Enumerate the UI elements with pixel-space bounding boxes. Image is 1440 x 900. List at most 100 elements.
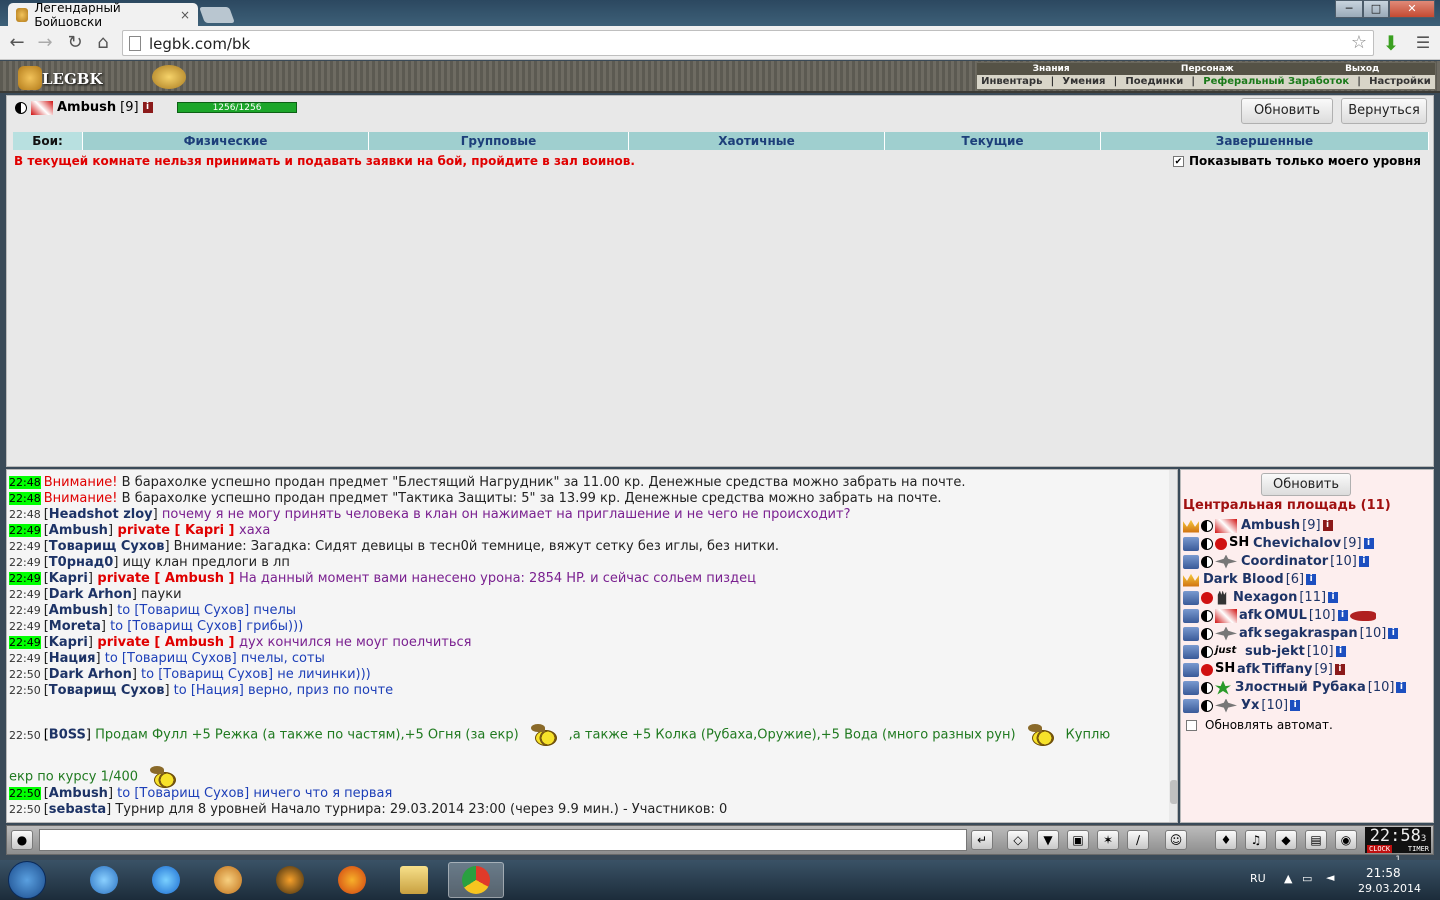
user-info-icon[interactable]: i xyxy=(1335,646,1346,657)
user-name[interactable]: Tiffany xyxy=(1262,662,1312,677)
message-recipient[interactable]: to [Товарищ Сухов] xyxy=(106,619,246,634)
alignment-icon[interactable] xyxy=(1201,537,1213,550)
clan-just-icon[interactable] xyxy=(1215,645,1241,659)
clan-sh-icon[interactable] xyxy=(1229,535,1249,551)
message-time[interactable]: 22:48 xyxy=(9,492,41,505)
medic-icon[interactable] xyxy=(1201,591,1213,604)
nav-skills[interactable]: Умения xyxy=(1062,75,1105,89)
nav-exit[interactable]: Выход xyxy=(1345,63,1379,75)
chat-log[interactable]: 22:48 Внимание! В барахолке успешно прода… xyxy=(6,469,1178,823)
message-recipient[interactable]: to [Товарищ Сухов] xyxy=(113,786,253,801)
user-name[interactable]: Nexagon xyxy=(1233,590,1297,605)
alignment-icon[interactable] xyxy=(1201,681,1213,694)
music-icon[interactable]: ♫ xyxy=(1245,830,1267,850)
player-name[interactable]: Ambush xyxy=(57,100,116,115)
private-msg-icon[interactable] xyxy=(1183,590,1199,605)
chat-input[interactable] xyxy=(39,829,967,851)
user-name[interactable]: Злостный Рубака xyxy=(1235,680,1366,695)
message-author[interactable]: Нация xyxy=(49,651,96,666)
alignment-icon[interactable] xyxy=(1201,519,1213,532)
browser-tab[interactable]: Легендарный Бойцовски × xyxy=(8,1,198,29)
user-info-icon[interactable]: i xyxy=(1328,592,1339,603)
user-info-icon[interactable]: i xyxy=(1396,682,1407,693)
auto-refresh-checkbox[interactable] xyxy=(1186,719,1197,731)
translit-icon[interactable]: ∕ xyxy=(1127,830,1149,850)
private-msg-icon[interactable] xyxy=(1183,536,1199,551)
bag-icon[interactable]: ♦ xyxy=(1215,830,1237,850)
user-row[interactable]: Ambush [9] i xyxy=(1183,518,1333,533)
user-name[interactable]: Ambush xyxy=(1241,518,1300,533)
minimize-button[interactable]: ─ xyxy=(1335,0,1363,18)
message-time[interactable]: 22:48 xyxy=(9,508,41,521)
message-author[interactable]: Ambush xyxy=(49,603,108,618)
message-author[interactable]: Ambush xyxy=(49,786,108,801)
nav-fights[interactable]: Поединки xyxy=(1125,75,1183,89)
private-msg-icon[interactable] xyxy=(1183,608,1199,623)
alignment-icon[interactable] xyxy=(1201,627,1213,640)
message-time[interactable]: 22:49 xyxy=(9,572,41,585)
nav-character[interactable]: Персонаж xyxy=(1181,63,1234,75)
message-time[interactable]: 22:49 xyxy=(9,588,41,601)
tab-group[interactable]: Групповые xyxy=(369,132,629,150)
message-author[interactable]: Kapri xyxy=(49,635,88,650)
clan-hand-icon[interactable] xyxy=(1217,590,1227,605)
chat-scroll-thumb[interactable] xyxy=(1170,780,1177,804)
message-time[interactable]: 22:50 xyxy=(9,803,41,816)
message-recipient[interactable]: to [Товарищ Сухов] xyxy=(113,603,253,618)
message-time[interactable]: 22:49 xyxy=(9,636,41,649)
game-logo[interactable]: LEGBK xyxy=(12,64,103,90)
smiley-icon[interactable]: ☺ xyxy=(1165,830,1187,850)
user-info-icon[interactable]: i xyxy=(1290,700,1301,711)
leaf-icon[interactable] xyxy=(1215,680,1231,695)
user-info-icon[interactable]: i xyxy=(1306,574,1317,585)
chat-scrollbar[interactable] xyxy=(1169,470,1177,822)
network-icon[interactable]: ▭ xyxy=(1302,872,1312,885)
info-icon[interactable]: i xyxy=(142,102,153,113)
message-author[interactable]: Ambush xyxy=(49,523,108,538)
user-info-icon[interactable]: i xyxy=(1363,538,1374,549)
message-author[interactable]: Dark Arhon xyxy=(49,667,132,682)
medic-icon[interactable] xyxy=(1215,537,1227,550)
user-row[interactable]: Nexagon [11] i xyxy=(1183,590,1339,605)
tab-chaotic[interactable]: Хаотичные xyxy=(629,132,885,150)
save-icon[interactable]: ▣ xyxy=(1067,830,1089,850)
chrome-icon[interactable] xyxy=(448,862,504,898)
private-msg-icon[interactable] xyxy=(1183,554,1199,569)
clan-bird-icon[interactable] xyxy=(1215,698,1237,713)
user-name[interactable]: Coordinator xyxy=(1241,554,1328,569)
user-name[interactable]: segakraspan xyxy=(1264,626,1358,641)
crown-icon[interactable] xyxy=(1183,519,1199,533)
lock-icon[interactable]: ▤ xyxy=(1305,830,1327,850)
maximize-button[interactable]: □ xyxy=(1363,0,1389,18)
message-time[interactable]: 22:49 xyxy=(9,540,41,553)
message-author[interactable]: Headshot zloy xyxy=(49,507,153,522)
user-name[interactable]: Ух xyxy=(1241,698,1259,713)
window-close-button[interactable]: ✕ xyxy=(1389,0,1435,18)
message-recipient[interactable]: to [Товарищ Сухов] xyxy=(101,651,241,666)
clan-bird-icon[interactable] xyxy=(1215,626,1237,641)
user-name[interactable]: OMUL xyxy=(1264,608,1307,623)
nav-inventory[interactable]: Инвентарь xyxy=(981,75,1042,89)
auto-refresh[interactable]: Обновлять автомат. xyxy=(1186,718,1333,732)
nav-settings[interactable]: Настройки xyxy=(1369,75,1431,89)
send-icon[interactable]: ↵ xyxy=(971,830,993,850)
address-bar[interactable]: legbk.com/bk ☆ xyxy=(122,30,1374,56)
explorer-icon[interactable] xyxy=(386,862,442,898)
volume-icon[interactable]: ◄ xyxy=(1326,871,1334,884)
user-info-icon[interactable]: i xyxy=(1358,556,1369,567)
medic-icon[interactable] xyxy=(1201,663,1213,676)
language-indicator[interactable]: RU xyxy=(1250,872,1266,885)
user-row[interactable]: afk segakraspan [10] i xyxy=(1183,626,1399,641)
tray-up-icon[interactable]: ▲ xyxy=(1284,872,1292,885)
new-tab-button[interactable] xyxy=(199,7,235,23)
user-info-icon[interactable]: i xyxy=(1334,664,1345,675)
alignment-icon[interactable] xyxy=(1201,609,1213,622)
clan-icon[interactable] xyxy=(1215,518,1237,533)
message-time[interactable]: 22:49 xyxy=(9,604,41,617)
message-recipient[interactable]: to [Товарищ Сухов] xyxy=(137,667,277,682)
message-author[interactable]: B0SS xyxy=(49,728,86,743)
filter-icon[interactable]: ▼ xyxy=(1037,830,1059,850)
message-author[interactable]: Kapri xyxy=(49,571,88,586)
message-author[interactable]: Товарищ Сухов xyxy=(49,683,165,698)
refresh-button[interactable]: Обновить xyxy=(1241,98,1333,124)
